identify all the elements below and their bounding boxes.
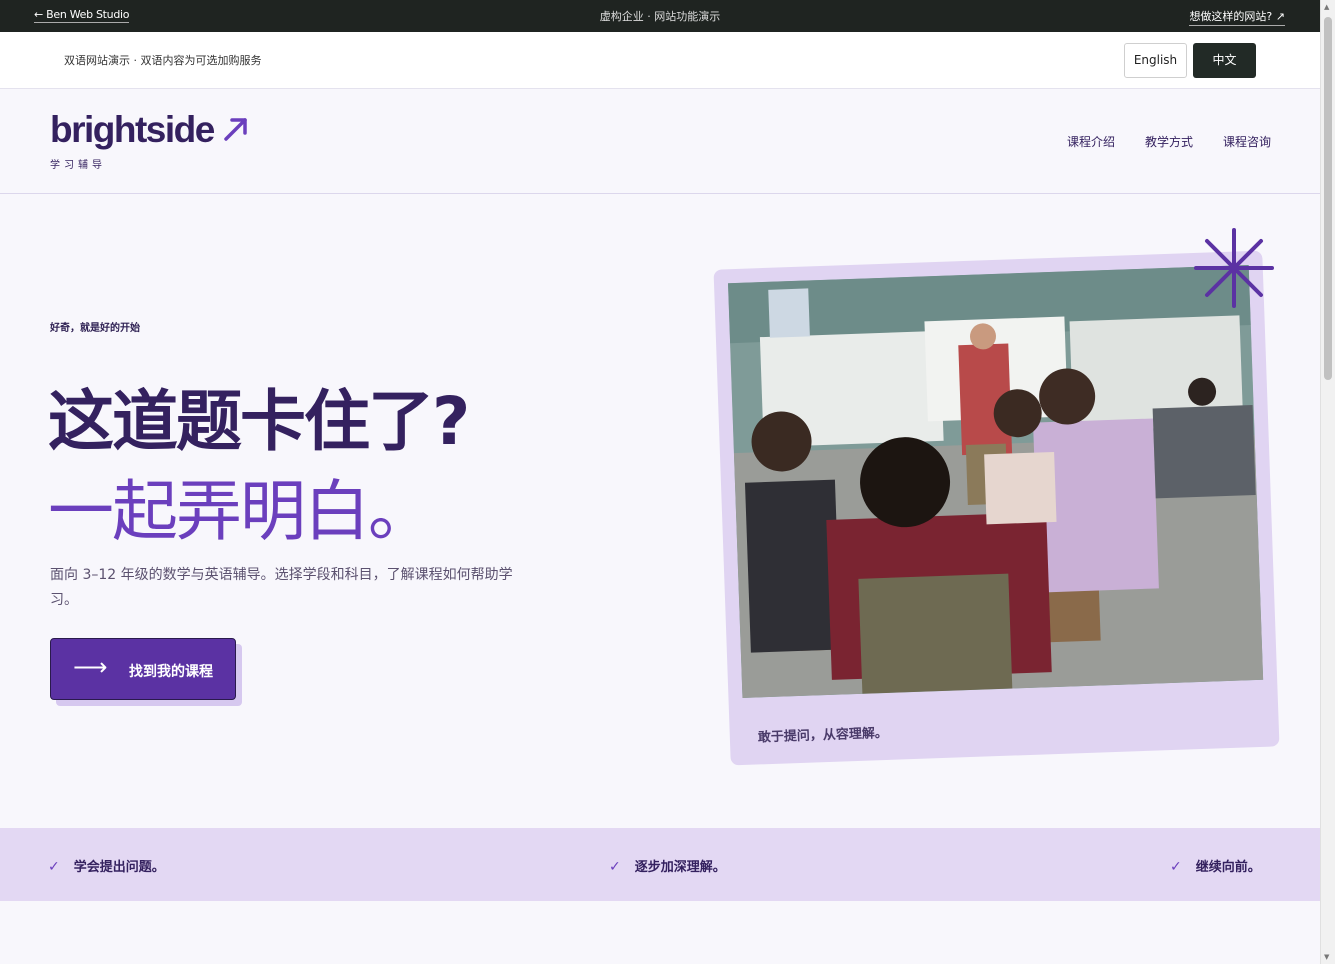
brand-logo[interactable]: brightside [50,109,215,151]
benefit-label: 学会提出问题。 [73,860,165,875]
photo-caption: 敢于提问，从容理解。 [757,725,889,746]
bilingual-note: 双语网站演示 · 双语内容为可选加购服务 [64,54,262,67]
arrow-up-right-icon [224,118,247,141]
scrollbar-thumb[interactable] [1324,17,1332,380]
scroll-down-icon[interactable]: ▼ [1324,953,1329,961]
hero-title-line1: 这道题卡住了? [48,383,470,460]
hero-eyebrow: 好奇，就是好的开始 [50,323,140,334]
check-icon: ✓ [1170,859,1182,875]
benefit-item: ✓ 继续向前。 [1170,856,1261,875]
hero-description: 面向 3–12 年级的数学与英语辅导。选择学段和科目，了解课程如何帮助学习。 [50,567,513,608]
benefit-item: ✓ 逐步加深理解。 [609,856,726,875]
nav-consult[interactable]: 课程咨询 [1223,133,1271,150]
cta-label: 找到我的课程 [129,664,213,680]
nav-courses[interactable]: 课程介绍 [1067,133,1115,150]
brand-subtitle: 学习辅导 [50,160,106,171]
benefit-label: 继续向前。 [1195,860,1261,875]
language-bar: 双语网站演示 · 双语内容为可选加购服务 English 中文 [0,32,1320,89]
arrow-right-icon: ⟶ [73,653,108,681]
top-demo-bar: ← Ben Web Studio 虚构企业 · 网站功能演示 想做这样的网站? … [0,0,1320,32]
english-button[interactable]: English [1124,43,1187,78]
want-website-link[interactable]: 想做这样的网站? ↗ [1189,8,1285,26]
benefits-ribbon: ✓ 学会提出问题。 ✓ 逐步加深理解。 ✓ 继续向前。 [0,828,1320,901]
find-course-button[interactable]: ⟶ 找到我的课程 [50,638,236,700]
scroll-up-icon[interactable]: ▲ [1324,3,1329,11]
benefit-item: ✓ 学会提出问题。 [48,856,165,875]
benefit-label: 逐步加深理解。 [634,860,726,875]
check-icon: ✓ [48,859,60,875]
hero-title-line2: 一起弄明白。 [48,473,434,550]
photo-card: 敢于提问，从容理解。 [713,250,1280,766]
classroom-photo [727,265,1264,698]
site-header: brightside 学习辅导 课程介绍 教学方式 课程咨询 [0,89,1320,194]
sparkle-star-icon [1194,228,1274,308]
check-icon: ✓ [609,859,621,875]
demo-label: 虚构企业 · 网站功能演示 [599,10,721,23]
chinese-button[interactable]: 中文 [1193,43,1256,78]
nav-teaching[interactable]: 教学方式 [1145,133,1193,150]
page-scrollbar[interactable]: ▲ ▼ [1320,0,1335,964]
